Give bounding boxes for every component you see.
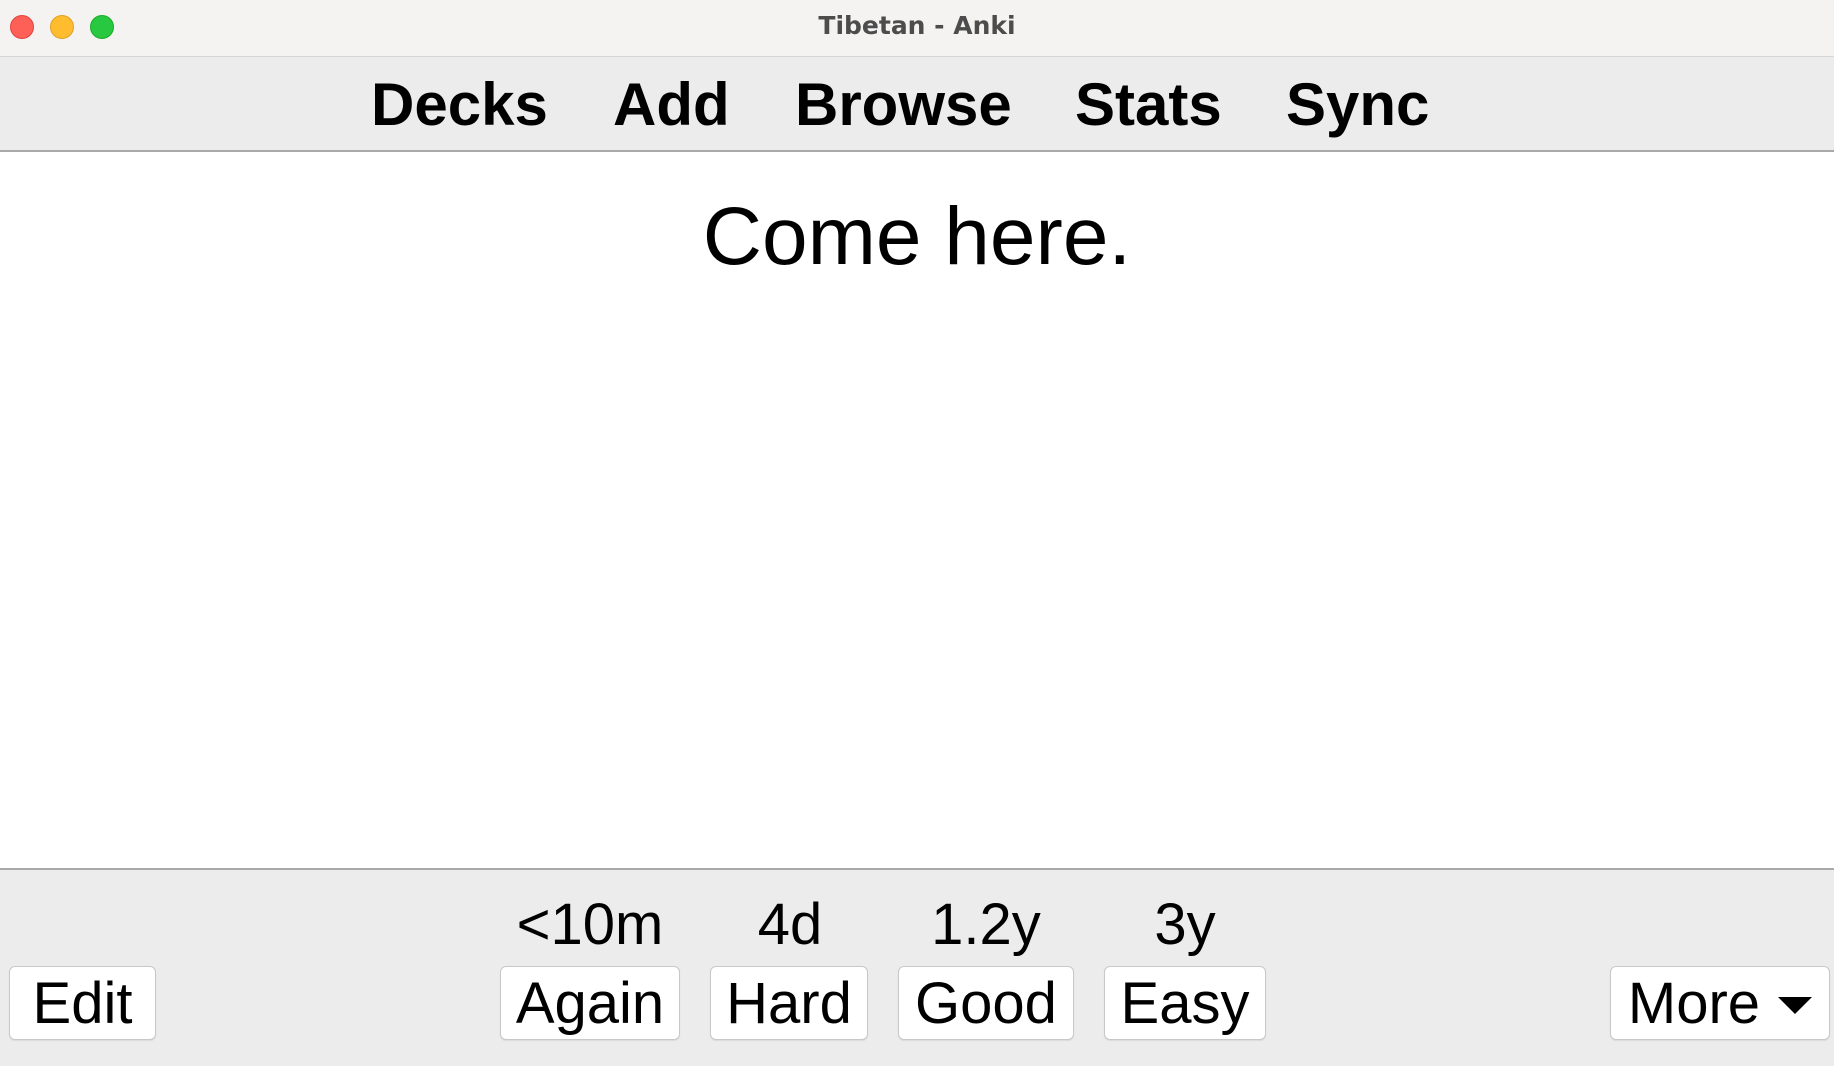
good-interval: 1.2y xyxy=(931,892,1041,957)
hard-interval: 4d xyxy=(757,892,823,957)
toolbar-sync-link[interactable]: Sync xyxy=(1286,65,1429,145)
easy-interval: 3y xyxy=(1154,892,1216,957)
more-button-label: More xyxy=(1627,970,1761,1036)
again-interval: <10m xyxy=(516,892,664,957)
toolbar-stats-link[interactable]: Stats xyxy=(1075,65,1222,145)
more-button[interactable]: More xyxy=(1610,966,1830,1040)
card-review-area: Come here. xyxy=(0,152,1834,868)
window-title: Tibetan - Anki xyxy=(818,11,1016,40)
edit-button[interactable]: Edit xyxy=(9,966,156,1040)
toolbar-decks-link[interactable]: Decks xyxy=(371,65,548,145)
chevron-down-icon xyxy=(1778,996,1813,1014)
title-bar[interactable]: Tibetan - Anki xyxy=(0,0,1834,57)
toolbar-browse-link[interactable]: Browse xyxy=(795,65,1012,145)
good-button[interactable]: Good xyxy=(898,966,1074,1040)
answer-bar: <10m 4d 1.2y 3y Edit Again Hard Good Eas… xyxy=(0,868,1834,1066)
anki-window: Tibetan - Anki Decks Add Browse Stats Sy… xyxy=(0,0,1834,1066)
hard-button[interactable]: Hard xyxy=(710,966,868,1040)
card-front-text: Come here. xyxy=(702,191,1132,282)
easy-button[interactable]: Easy xyxy=(1104,966,1266,1040)
again-button[interactable]: Again xyxy=(500,966,680,1040)
toolbar-add-link[interactable]: Add xyxy=(613,65,730,145)
